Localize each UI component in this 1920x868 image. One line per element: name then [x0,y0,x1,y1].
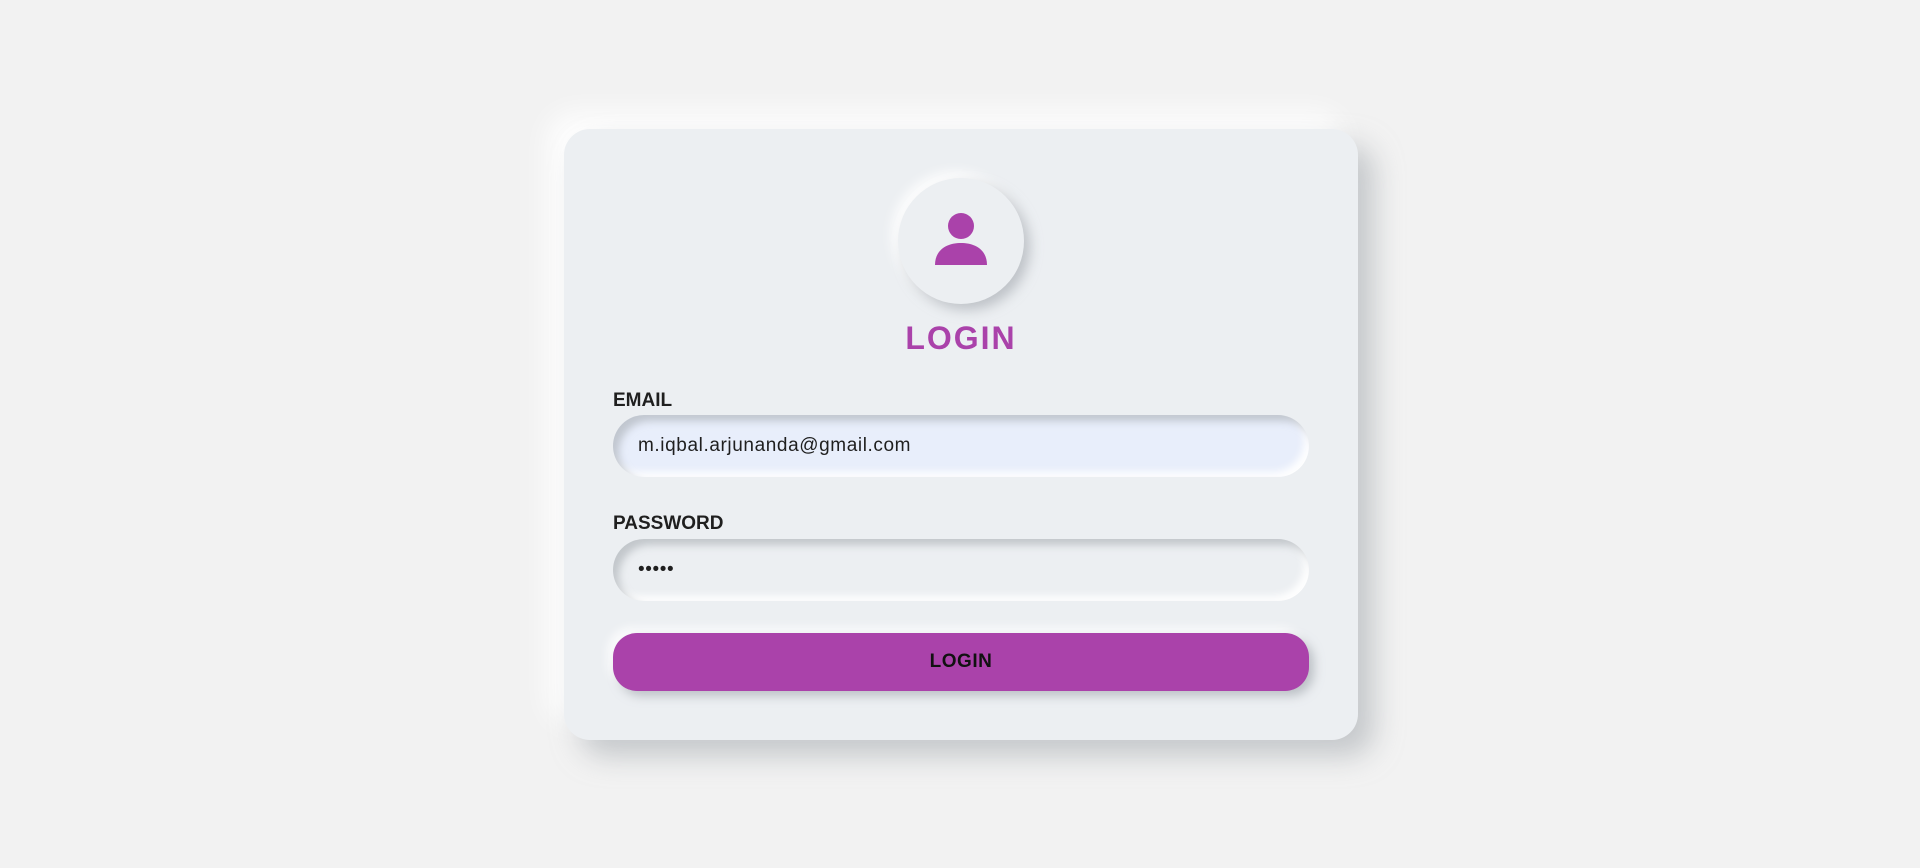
user-icon [935,213,987,265]
email-field[interactable] [613,415,1309,477]
password-label: PASSWORD [613,513,724,534]
avatar [898,178,1024,304]
login-button[interactable]: LOGIN [613,633,1309,691]
password-field[interactable] [613,539,1309,601]
login-title: LOGIN [905,320,1017,356]
login-card: LOGIN EMAIL PASSWORD LOGIN [564,129,1358,740]
email-label: EMAIL [613,390,673,411]
